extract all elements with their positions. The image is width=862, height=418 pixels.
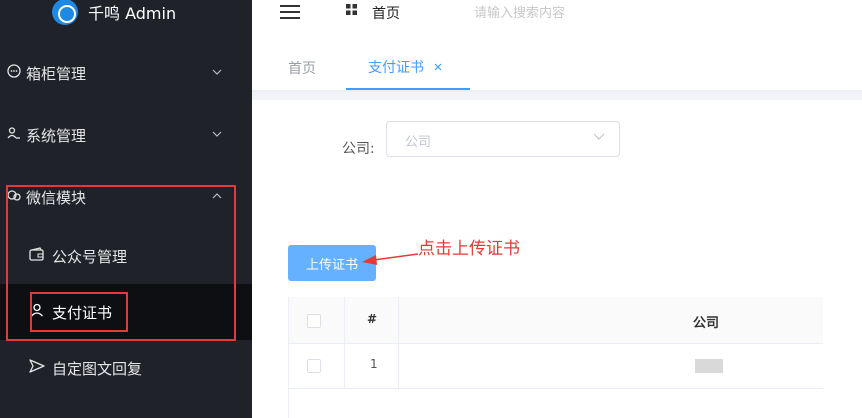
annotation-arrow-icon (362, 253, 419, 265)
chevron-up-icon (212, 188, 222, 202)
wallet-icon (28, 247, 46, 265)
top-header: 首页 (252, 0, 862, 46)
tab-divider (252, 92, 862, 100)
column-header-index: # (367, 312, 378, 326)
tab-home[interactable]: 首页 (288, 46, 316, 90)
user-icon (28, 303, 46, 321)
certificate-table: # 公司 1 (288, 297, 823, 418)
company-cell-redacted (695, 359, 723, 373)
sidebar-item-payment-cert[interactable]: 支付证书 (0, 284, 252, 340)
row-index: 1 (370, 357, 378, 371)
logo-icon (52, 0, 78, 25)
tab-label: 支付证书 (368, 60, 424, 76)
sidebar-item-label: 微信模块 (26, 188, 87, 207)
chevron-down-icon (593, 130, 605, 144)
tab-payment-cert[interactable]: 支付证书 (346, 46, 470, 90)
sidebar-item-label: 箱柜管理 (26, 64, 87, 83)
sidebar-item-custom-reply[interactable]: 自定图文回复 (0, 340, 252, 396)
column-header-company[interactable]: 公司 (693, 312, 719, 331)
sidebar-item-system[interactable]: 系统管理 (0, 104, 252, 166)
send-icon (28, 359, 46, 377)
sidebar-subitem-label: 支付证书 (52, 303, 113, 322)
select-all-checkbox[interactable] (307, 314, 321, 328)
sidebar-item-wechat[interactable]: 微信模块 (0, 166, 252, 228)
hamburger-menu-icon[interactable] (280, 0, 300, 24)
close-icon[interactable] (434, 60, 442, 74)
grid-icon (346, 4, 357, 18)
app-root: 千鸣 Admin 箱柜管理 系统管理 微信模块 公众号管理 支付证书 自定图文回… (0, 0, 862, 418)
sidebar-item-label: 系统管理 (26, 126, 87, 145)
app-title: 千鸣 Admin (88, 4, 177, 23)
table-row[interactable]: 1 (289, 344, 823, 389)
chevron-down-icon (212, 64, 222, 78)
chevron-down-icon (212, 126, 222, 140)
company-select[interactable]: 公司 (386, 121, 620, 157)
tab-label: 首页 (288, 61, 316, 77)
search-input[interactable] (474, 0, 694, 24)
user-group-icon (6, 126, 22, 144)
wechat-submenu: 公众号管理 支付证书 自定图文回复 (0, 228, 252, 396)
column-divider (398, 297, 399, 389)
sidebar-item-cabinet[interactable]: 箱柜管理 (0, 42, 252, 104)
table-header-row: # 公司 (289, 297, 823, 344)
logo[interactable]: 千鸣 Admin (52, 0, 176, 32)
column-divider (344, 297, 345, 389)
wechat-icon (6, 188, 22, 206)
sidebar-item-official-account[interactable]: 公众号管理 (0, 228, 252, 284)
sidebar: 千鸣 Admin 箱柜管理 系统管理 微信模块 公众号管理 支付证书 自定图文回… (0, 0, 252, 418)
row-checkbox[interactable] (307, 359, 321, 373)
company-select-placeholder: 公司 (405, 135, 432, 150)
tab-bar: 首页 支付证书 (252, 46, 862, 92)
annotation-text: 点击上传证书 (418, 239, 520, 259)
sidebar-subitem-label: 公众号管理 (52, 247, 128, 266)
breadcrumb[interactable]: 首页 (372, 3, 400, 23)
sidebar-menu: 箱柜管理 系统管理 微信模块 (0, 42, 252, 228)
company-filter-label: 公司: (342, 141, 375, 157)
chat-bubble-icon (6, 64, 22, 82)
sidebar-subitem-label: 自定图文回复 (52, 359, 143, 378)
